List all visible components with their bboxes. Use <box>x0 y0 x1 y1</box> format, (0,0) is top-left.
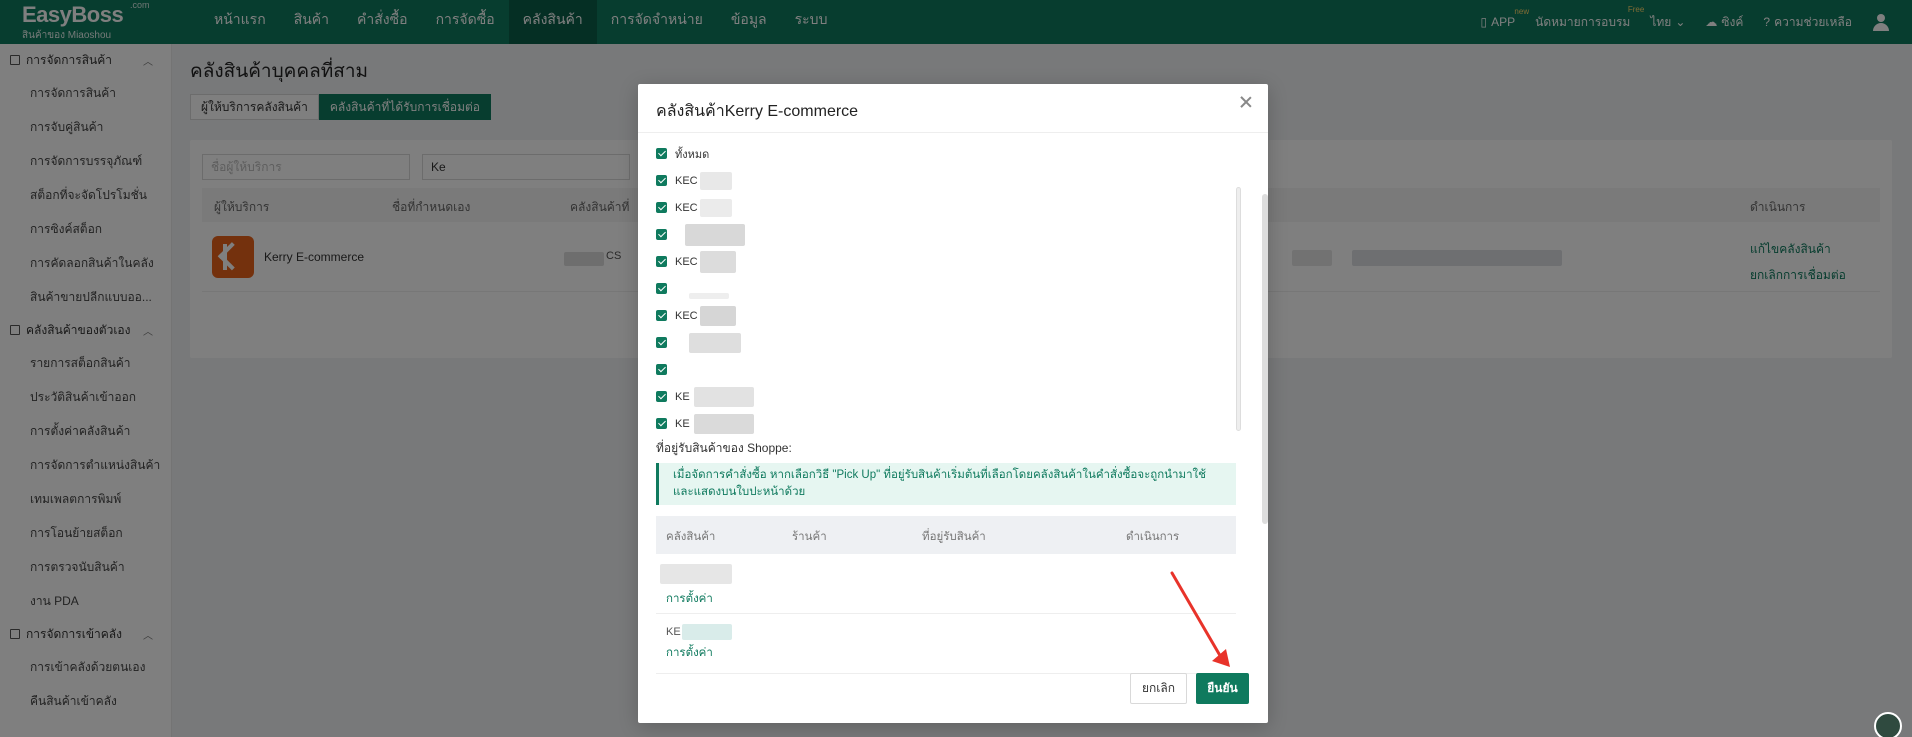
cancel-button[interactable]: ยกเลิก <box>1130 673 1187 704</box>
col-shop: ร้านค้า <box>792 531 827 543</box>
warehouse-checkbox-row[interactable]: KEC <box>656 167 1236 194</box>
pickup-table-header: คลังสินค้า ร้านค้า ที่อยู่รับสินค้า ดำเน… <box>656 516 1236 554</box>
warehouse-checkbox-row[interactable]: KE <box>656 383 1236 410</box>
checkbox-checked[interactable] <box>656 310 667 321</box>
checkbox-checked[interactable] <box>656 175 667 186</box>
warehouse-label: KE <box>675 390 690 403</box>
redacted-value <box>689 292 729 299</box>
redacted-value <box>699 171 732 190</box>
redacted-value <box>660 564 732 584</box>
warehouse-checkbox-row[interactable] <box>656 329 1236 356</box>
warehouse-name: KE <box>666 626 681 638</box>
redacted-value <box>693 413 754 434</box>
col-pickup-address: ที่อยู่รับสินค้า <box>922 531 986 543</box>
pickup-address-label: ที่อยู่รับสินค้าของ Shoppe: <box>656 441 792 455</box>
settings-link[interactable]: การตั้งค่า <box>666 644 713 662</box>
redacted-value <box>699 305 736 326</box>
warehouse-label: KEC <box>675 174 698 187</box>
settings-link[interactable]: การตั้งค่า <box>666 590 713 608</box>
checkbox-checked[interactable] <box>656 202 667 213</box>
warehouse-checkbox-list: ทั้งหมด KEC KEC KEC KEC KE KE <box>656 140 1236 437</box>
warehouse-label: KE <box>675 417 690 430</box>
warehouse-checkbox-row[interactable] <box>656 356 1236 383</box>
warehouse-label: KEC <box>675 255 698 268</box>
modal-title: คลังสินค้าKerry E-commerce <box>656 103 859 120</box>
warehouse-checkbox-row[interactable] <box>656 221 1236 248</box>
warehouse-checkbox-row[interactable]: KEC <box>656 302 1236 329</box>
close-icon[interactable] <box>1238 94 1254 110</box>
checkbox-checked[interactable] <box>656 229 667 240</box>
table-row: การตั้งค่า <box>656 554 1236 614</box>
table-row: KE การตั้งค่า <box>656 614 1236 674</box>
checkbox-checked[interactable] <box>656 364 667 375</box>
annotation-arrow-icon <box>1170 571 1230 667</box>
select-all-label: ทั้งหมด <box>675 148 710 161</box>
chat-avatar-icon[interactable] <box>1874 712 1902 737</box>
redacted-value <box>699 198 732 217</box>
divider <box>638 132 1268 133</box>
checkbox-checked[interactable] <box>656 148 667 159</box>
confirm-button[interactable]: ยืนยัน <box>1196 673 1249 704</box>
warehouse-label: KEC <box>675 309 698 322</box>
select-all-row[interactable]: ทั้งหมด <box>656 140 1236 167</box>
checkbox-checked[interactable] <box>656 418 667 429</box>
redacted-value <box>699 250 736 273</box>
checkbox-checked[interactable] <box>656 256 667 267</box>
list-scrollbar[interactable] <box>1236 187 1241 431</box>
checkbox-checked[interactable] <box>656 283 667 294</box>
col-warehouse: คลังสินค้า <box>666 531 716 543</box>
checkbox-checked[interactable] <box>656 391 667 402</box>
col-actions: ดำเนินการ <box>1126 531 1180 543</box>
warehouse-checkbox-row[interactable]: KE <box>656 410 1236 437</box>
warehouse-checkbox-row[interactable]: KEC <box>656 194 1236 221</box>
redacted-value <box>682 624 732 640</box>
redacted-value <box>693 386 754 407</box>
checkbox-checked[interactable] <box>656 337 667 348</box>
warehouse-label: KEC <box>675 201 698 214</box>
redacted-value <box>689 332 741 353</box>
redacted-value <box>685 223 745 246</box>
warehouse-checkbox-row[interactable]: KEC <box>656 248 1236 275</box>
warehouse-checkbox-row[interactable] <box>656 275 1236 302</box>
modal-scrollbar[interactable] <box>1262 194 1268 524</box>
pickup-notice: เมื่อจัดการคำสั่งซื้อ หากเลือกวิธี "Pick… <box>656 463 1236 505</box>
